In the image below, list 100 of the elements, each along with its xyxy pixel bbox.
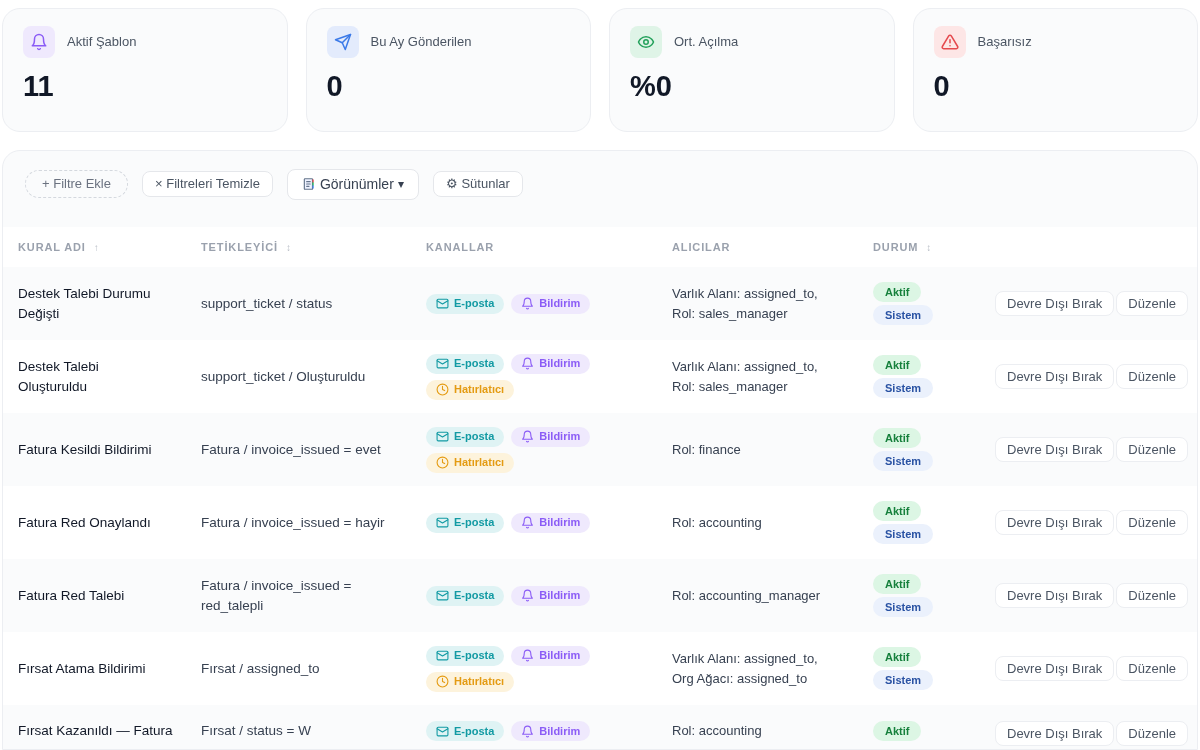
stat-label: Ort. Açılma xyxy=(674,33,739,52)
stat-label: Bu Ay Gönderilen xyxy=(370,33,472,52)
channel-tag: Bildirim xyxy=(511,512,591,533)
clock-icon xyxy=(436,675,449,688)
channel-tag: Bildirim xyxy=(511,721,591,741)
recipients-cell-text: Varlık Alanı: assigned_to, Rol: sales_manager xyxy=(672,357,819,396)
trigger-cell-text: Fatura / invoice_issued = hayir xyxy=(201,513,386,532)
disable-button[interactable]: Devre Dışı Bırak xyxy=(995,583,1115,608)
edit-button[interactable]: Düzenle xyxy=(1116,364,1189,389)
bookmark-tabs-icon xyxy=(301,177,316,191)
mail-icon xyxy=(436,357,449,370)
recipients-cell-text: Varlık Alanı: assigned_to, Org Ağacı: assigned_to xyxy=(672,649,819,688)
channel-tag: E-posta xyxy=(426,426,505,447)
edit-button[interactable]: Düzenle xyxy=(1116,437,1189,462)
bell-icon xyxy=(521,516,535,529)
column-header: KURAL ADI xyxy=(18,239,86,255)
system-badge: Sistem xyxy=(873,305,934,325)
rule-name: Destek Talebi Oluşturuldu xyxy=(18,357,100,396)
rule-name: Destek Talebi Durumu Değişti xyxy=(18,284,152,323)
rule-name: Fatura Red Talebi xyxy=(18,586,126,605)
bell-icon xyxy=(521,724,535,738)
mail-icon xyxy=(436,724,449,738)
column-header: DURUM xyxy=(873,239,919,255)
columns-button[interactable]: ⚙ Sütunlar xyxy=(432,171,523,197)
channel-tag: Bildirim xyxy=(511,645,591,666)
channel-tag: E-posta xyxy=(426,512,505,533)
views-button[interactable]: Görünümler ▾ xyxy=(286,168,419,200)
active-badge: Aktif xyxy=(873,501,922,521)
table-row[interactable]: Destek Talebi Oluşturuldu support_ticket / Oluşturuldu E-posta Bildirim Hatırlatıcı Varlık Alanı: assigned_to, Rol: sales_manager Aktif Sistem Devre Dışı Bırak Düzenle xyxy=(3,340,1197,413)
system-badge: Sistem xyxy=(873,451,934,471)
channel-tag: E-posta xyxy=(426,353,505,374)
active-badge: Aktif xyxy=(873,721,922,741)
edit-button[interactable]: Düzenle xyxy=(1116,510,1189,535)
channel-tag: Hatırlatıcı xyxy=(426,452,515,473)
table-row[interactable]: Fatura Red Talebi Fatura / invoice_issued = red_talepli E-posta Bildirim Rol: accounting_manager Aktif Sistem Devre Dışı Bırak Düzenle xyxy=(3,559,1197,632)
edit-button[interactable]: Düzenle xyxy=(1116,291,1189,316)
bell-icon xyxy=(521,297,535,310)
bell-icon xyxy=(30,33,48,51)
channel-tag: Hatırlatıcı xyxy=(426,671,515,692)
rule-name: Fatura Kesildi Bildirimi xyxy=(18,440,153,459)
channel-tag: Bildirim xyxy=(511,585,591,606)
edit-button[interactable]: Düzenle xyxy=(1116,583,1189,608)
table-row[interactable]: Fırsat Atama Bildirimi Fırsat / assigned_to E-posta Bildirim Hatırlatıcı Varlık Alanı: assigned_to, Org Ağacı: assigned_to Aktif Sistem Devre Dışı Bırak Düzenle xyxy=(3,632,1197,705)
system-badge: Sistem xyxy=(873,597,934,617)
table-row[interactable]: Destek Talebi Durumu Değişti support_ticket / status E-posta Bildirim Varlık Alanı: assigned_to, Rol: sales_manager Aktif Sistem Devre Dışı Bırak Düzenle xyxy=(3,267,1197,340)
table-row[interactable]: Fatura Kesildi Bildirimi Fatura / invoice_issued = evet E-posta Bildirim Hatırlatıcı Rol: finance Aktif Sistem Devre Dışı Bırak Düzenle xyxy=(3,413,1197,486)
channel-tag: E-posta xyxy=(426,721,505,741)
disable-button[interactable]: Devre Dışı Bırak xyxy=(995,291,1115,316)
eye-icon xyxy=(637,33,655,51)
stat-value: 11 xyxy=(23,72,55,101)
disable-button[interactable]: Devre Dışı Bırak xyxy=(995,364,1115,389)
trigger-cell-text: Fatura / invoice_issued = red_talepli xyxy=(201,576,353,615)
rule-name: Fırsat Atama Bildirimi xyxy=(18,659,147,678)
system-badge: Sistem xyxy=(873,378,934,398)
rule-name: Fatura Red Onaylandı xyxy=(18,513,152,532)
channel-tag: Bildirim xyxy=(511,426,591,447)
trigger-cell-text: support_ticket / Oluşturuldu xyxy=(201,367,367,386)
channel-tag: Bildirim xyxy=(511,293,591,314)
disable-button[interactable]: Devre Dışı Bırak xyxy=(995,510,1115,535)
active-badge: Aktif xyxy=(873,355,922,375)
channel-tag: E-posta xyxy=(426,293,505,314)
trigger-cell-text: Fatura / invoice_issued = evet xyxy=(201,440,382,459)
mail-icon xyxy=(436,516,449,529)
mail-icon xyxy=(436,430,449,443)
clock-icon xyxy=(436,456,449,469)
channel-tag: E-posta xyxy=(426,645,505,666)
channel-tag: Bildirim xyxy=(511,353,591,374)
stat-value: 0 xyxy=(933,72,951,101)
mail-icon xyxy=(436,589,449,602)
disable-button[interactable]: Devre Dışı Bırak xyxy=(995,721,1115,746)
trigger-cell-text: support_ticket / status xyxy=(201,294,334,313)
recipients-cell-text: Rol: accounting xyxy=(672,513,763,532)
column-header: ALICILAR xyxy=(672,239,731,255)
disable-button[interactable]: Devre Dışı Bırak xyxy=(995,656,1115,681)
stat-label: Aktif Şablon xyxy=(67,33,137,52)
recipients-cell-text: Rol: finance xyxy=(672,440,742,459)
bell-icon xyxy=(521,589,535,602)
active-badge: Aktif xyxy=(873,647,922,667)
mail-icon xyxy=(436,649,449,662)
disable-button[interactable]: Devre Dışı Bırak xyxy=(995,437,1115,462)
mail-icon xyxy=(436,297,449,310)
warning-icon xyxy=(940,33,959,51)
bell-icon xyxy=(521,357,535,370)
recipients-cell-text: Varlık Alanı: assigned_to, Rol: sales_manager xyxy=(672,284,819,323)
recipients-cell-text: Rol: accounting xyxy=(672,722,763,740)
clock-icon xyxy=(436,383,449,396)
trigger-cell-text: Fırsat / assigned_to xyxy=(201,659,321,678)
bell-icon xyxy=(521,649,535,662)
clear-filters-button[interactable]: × Filtreleri Temizle xyxy=(142,171,273,197)
system-badge: Sistem xyxy=(873,670,934,690)
trigger-cell-text: Fırsat / status = W xyxy=(201,722,312,740)
channel-tag: E-posta xyxy=(426,585,505,606)
stat-value: 0 xyxy=(326,72,344,101)
table-row[interactable]: Fatura Red Onaylandı Fatura / invoice_issued = hayir E-posta Bildirim Rol: accounting Aktif Sistem Devre Dışı Bırak Düzenle xyxy=(3,486,1197,559)
send-icon xyxy=(333,33,352,51)
table-row[interactable]: Fırsat Kazanıldı — Fatura Fırsat / status = W E-posta Bildirim Rol: accounting Aktif Devre Dışı Bırak Düzenle xyxy=(3,705,1197,749)
recipients-cell-text: Rol: accounting_manager xyxy=(672,586,822,605)
active-badge: Aktif xyxy=(873,428,922,448)
edit-button[interactable]: Düzenle xyxy=(1116,656,1189,681)
edit-button[interactable]: Düzenle xyxy=(1116,721,1189,746)
